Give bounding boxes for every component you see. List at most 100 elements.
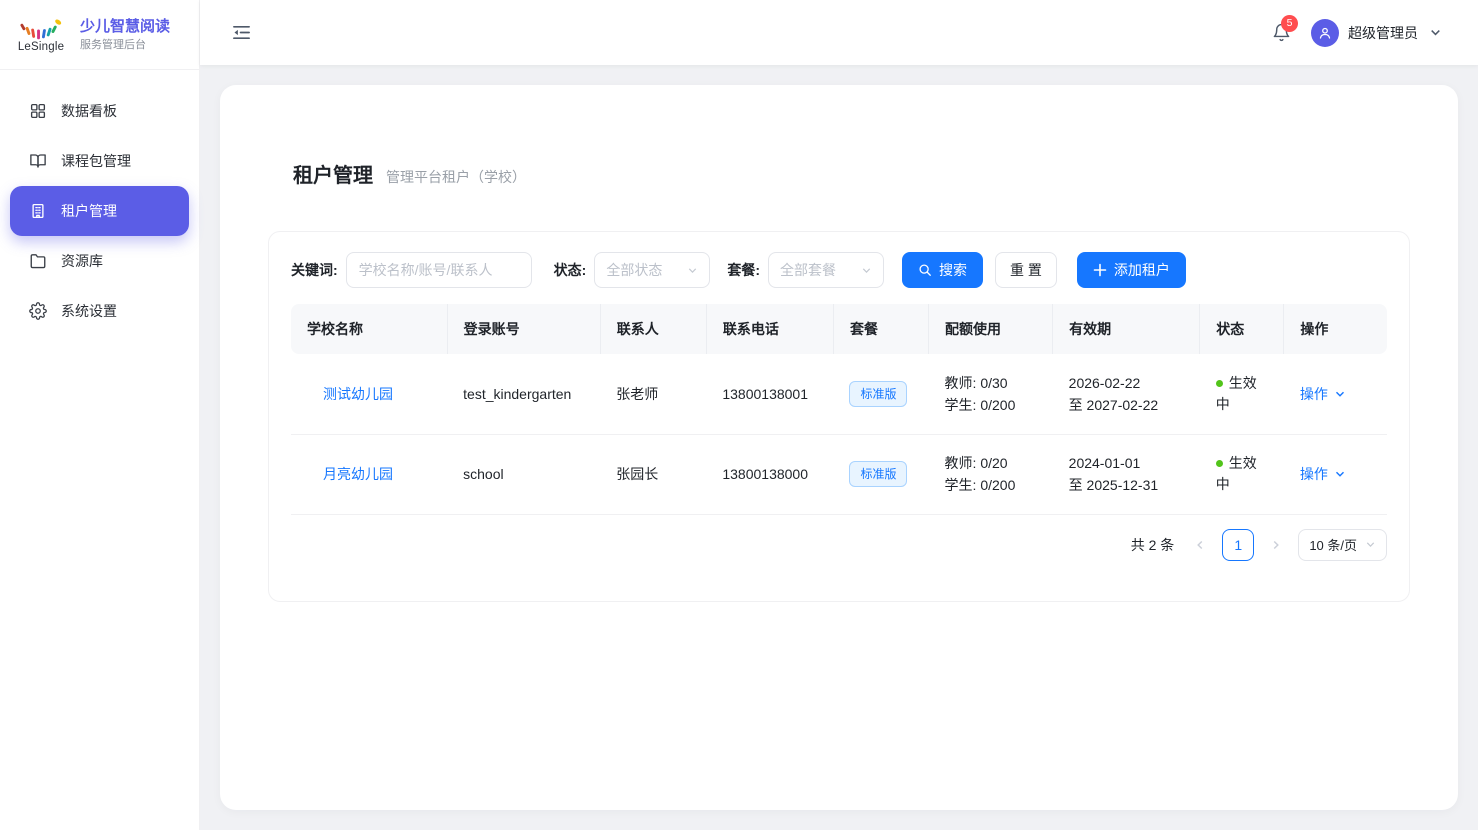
table-row: 测试幼儿园 test_kindergarten 张老师 13800138001 … [291, 354, 1387, 434]
package-select-value: 全部套餐 [780, 260, 836, 280]
table-header-row: 学校名称 登录账号 联系人 联系电话 套餐 配额使用 有效期 状态 操作 [291, 304, 1387, 354]
pagination-next-button[interactable] [1268, 539, 1284, 551]
main-column: 5 超级管理员 [200, 0, 1478, 830]
gear-icon [28, 301, 48, 321]
sidebar-item-label: 系统设置 [61, 301, 117, 321]
reset-button[interactable]: 重 置 [995, 252, 1057, 288]
pagination-prev-button[interactable] [1192, 539, 1208, 551]
avatar [1311, 19, 1339, 47]
brand: LeSingle 少儿智慧阅读 服务管理后台 [0, 0, 199, 70]
pagination-total: 共 2 条 [1131, 535, 1175, 555]
sidebar-item-label: 资源库 [61, 251, 103, 271]
app-root: LeSingle 少儿智慧阅读 服务管理后台 数据看板 [0, 0, 1478, 830]
brand-title: 少儿智慧阅读 [80, 17, 170, 36]
sidebar-item-course-packages[interactable]: 课程包管理 [10, 136, 189, 186]
tenant-panel: 关键词: 状态: 全部状态 套餐: 全部套餐 [268, 231, 1410, 602]
search-button[interactable]: 搜索 [902, 252, 983, 288]
chevron-down-icon [1334, 468, 1346, 480]
col-actions: 操作 [1284, 304, 1387, 354]
status-cell: 生效中 [1200, 434, 1284, 514]
page-size-select[interactable]: 10 条/页 [1298, 529, 1387, 561]
package-tag: 标准版 [849, 381, 907, 407]
col-account: 登录账号 [447, 304, 600, 354]
sidebar-collapse-icon[interactable] [232, 23, 251, 42]
col-status: 状态 [1200, 304, 1284, 354]
sidebar-item-label: 数据看板 [61, 101, 117, 121]
phone-cell: 13800138001 [706, 354, 833, 434]
lesingle-smile-icon [17, 17, 65, 43]
page-title: 租户管理 [293, 159, 373, 188]
status-dot [1216, 460, 1223, 467]
pagination-page-1[interactable]: 1 [1222, 529, 1254, 561]
notification-badge: 5 [1281, 15, 1298, 32]
pagination: 共 2 条 1 10 条/页 [291, 529, 1387, 561]
package-tag: 标准版 [849, 461, 907, 487]
add-tenant-button[interactable]: 添加租户 [1077, 252, 1186, 288]
page-subtitle: 管理平台租户（学校） [386, 167, 526, 187]
package-select[interactable]: 全部套餐 [768, 252, 884, 288]
topbar: 5 超级管理员 [200, 0, 1478, 65]
search-icon [918, 263, 932, 277]
sidebar-item-resources[interactable]: 资源库 [10, 236, 189, 286]
user-menu[interactable]: 超级管理员 [1311, 19, 1442, 47]
status-label: 状态: [554, 260, 587, 280]
sidebar-item-settings[interactable]: 系统设置 [10, 286, 189, 336]
brand-logo: LeSingle [12, 17, 70, 53]
sidebar-item-label: 课程包管理 [61, 151, 131, 171]
status-select[interactable]: 全部状态 [594, 252, 710, 288]
chevron-down-icon [861, 265, 872, 276]
phone-cell: 13800138000 [706, 434, 833, 514]
brand-logo-text: LeSingle [12, 41, 70, 53]
brand-text: 少儿智慧阅读 服务管理后台 [80, 17, 170, 53]
status-cell: 生效中 [1200, 354, 1284, 434]
page-head: 租户管理 管理平台租户（学校） [293, 159, 1410, 188]
package-label: 套餐: [727, 260, 760, 280]
school-name-link[interactable]: 月亮幼儿园 [323, 466, 393, 482]
filter-bar: 关键词: 状态: 全部状态 套餐: 全部套餐 [291, 252, 1387, 288]
quota-cell: 教师: 0/30 学生: 0/200 [929, 354, 1053, 434]
account-cell: school [447, 434, 600, 514]
col-phone: 联系电话 [706, 304, 833, 354]
page-size-value: 10 条/页 [1309, 535, 1357, 554]
table-row: 月亮幼儿园 school 张园长 13800138000 标准版 教师: 0/2… [291, 434, 1387, 514]
col-school: 学校名称 [291, 304, 447, 354]
status-select-value: 全部状态 [606, 260, 662, 280]
book-icon [28, 151, 48, 171]
sidebar-menu: 数据看板 课程包管理 [0, 70, 199, 352]
sidebar-item-tenants[interactable]: 租户管理 [10, 186, 189, 236]
row-actions-dropdown[interactable]: 操作 [1300, 464, 1346, 484]
sidebar-item-dashboard[interactable]: 数据看板 [10, 86, 189, 136]
chevron-down-icon [687, 265, 698, 276]
page-card: 租户管理 管理平台租户（学校） 关键词: 状态: 全部状态 [220, 85, 1458, 810]
user-icon [1317, 25, 1333, 41]
col-quota: 配额使用 [929, 304, 1053, 354]
account-cell: test_kindergarten [447, 354, 600, 434]
col-validity: 有效期 [1053, 304, 1200, 354]
content-area: 租户管理 管理平台租户（学校） 关键词: 状态: 全部状态 [200, 65, 1478, 830]
folder-icon [28, 251, 48, 271]
keyword-label: 关键词: [291, 260, 338, 280]
school-name-link[interactable]: 测试幼儿园 [323, 386, 393, 402]
keyword-input[interactable] [346, 252, 532, 288]
contact-cell: 张园长 [600, 434, 706, 514]
plus-icon [1093, 263, 1107, 277]
dashboard-icon [28, 101, 48, 121]
sidebar-item-label: 租户管理 [61, 201, 117, 221]
quota-cell: 教师: 0/20 学生: 0/200 [929, 434, 1053, 514]
chevron-down-icon [1365, 539, 1376, 550]
sidebar: LeSingle 少儿智慧阅读 服务管理后台 数据看板 [0, 0, 200, 830]
col-package: 套餐 [833, 304, 928, 354]
tenant-table: 学校名称 登录账号 联系人 联系电话 套餐 配额使用 有效期 状态 操作 [291, 304, 1387, 515]
validity-cell: 2024-01-01 至 2025-12-31 [1053, 434, 1200, 514]
brand-subtitle: 服务管理后台 [80, 38, 170, 53]
status-dot [1216, 380, 1223, 387]
user-name: 超级管理员 [1348, 23, 1418, 43]
topbar-right: 5 超级管理员 [1272, 19, 1442, 47]
row-actions-dropdown[interactable]: 操作 [1300, 384, 1346, 404]
building-icon [28, 201, 48, 221]
contact-cell: 张老师 [600, 354, 706, 434]
chevron-down-icon [1334, 388, 1346, 400]
col-contact: 联系人 [600, 304, 706, 354]
notifications-button[interactable]: 5 [1272, 23, 1291, 42]
chevron-down-icon [1429, 26, 1442, 39]
